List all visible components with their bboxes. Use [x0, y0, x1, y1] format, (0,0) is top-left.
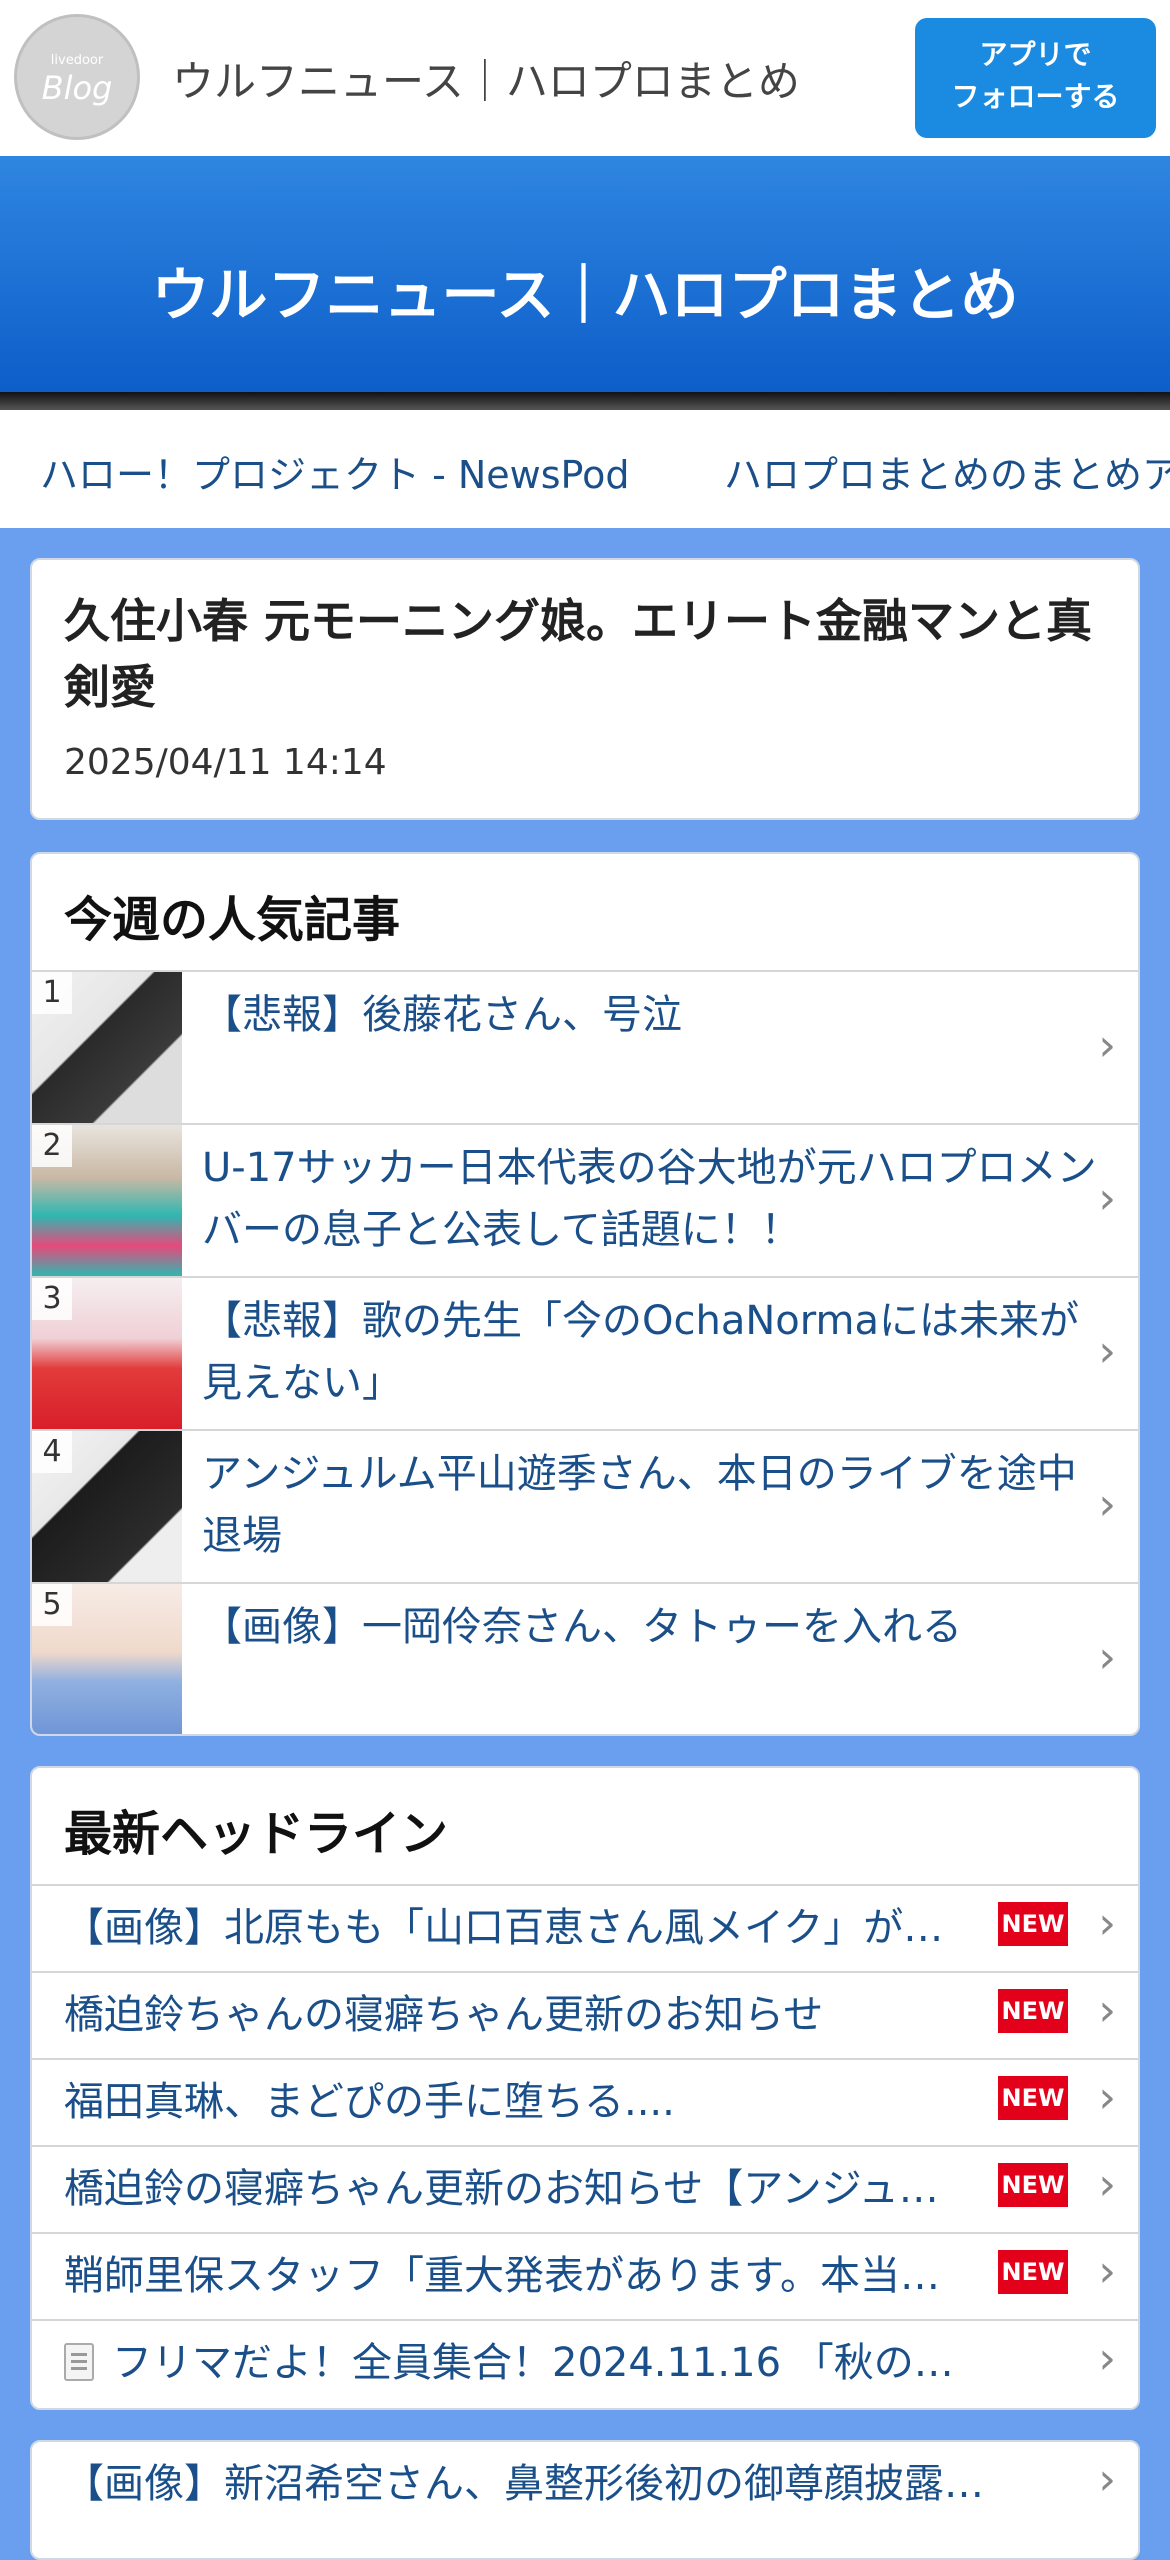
article-date: 2025/04/11 14:14 — [64, 742, 387, 783]
chevron-right-icon: › — [1098, 2159, 1116, 2210]
rank-number: 3 — [32, 1278, 72, 1320]
headline-title: 【画像】北原もも「山口百恵さん風メイク」が… — [64, 1905, 944, 1951]
new-badge: NEW — [998, 2076, 1068, 2120]
rank-number: 1 — [32, 972, 72, 1014]
rank-number: 2 — [32, 1125, 72, 1167]
popular-item[interactable]: 5 【画像】一岡伶奈さん、タトゥーを入れる › — [32, 1582, 1138, 1734]
related-link-matome[interactable]: ハロプロまとめのまとめア — [724, 444, 1170, 499]
headline-title: 【画像】新沼希空さん、鼻整形後初の御尊顔披露… — [64, 2461, 984, 2507]
headline-title: 橋迫鈴の寝癖ちゃん更新のお知らせ【アンジュ… — [64, 2166, 939, 2212]
new-badge: NEW — [998, 2163, 1068, 2207]
headline-item[interactable]: 【画像】新沼希空さん、鼻整形後初の御尊顔披露… › — [32, 2442, 1138, 2529]
headline-item[interactable]: 橋迫鈴ちゃんの寝癖ちゃん更新のお知らせ NEW › — [32, 1971, 1138, 2058]
chevron-right-icon: › — [1098, 1479, 1116, 1530]
follow-in-app-button[interactable]: アプリで フォローする — [915, 18, 1156, 138]
popular-item-title: U-17サッカー日本代表の谷大地が元ハロプロメンバーの息子と公表して話題に！！ — [202, 1145, 1097, 1253]
headline-item[interactable]: 福田真琳、まどぴの手に堕ちる.... NEW › — [32, 2058, 1138, 2145]
chevron-right-icon: › — [1098, 1985, 1116, 2036]
headline-title: 福田真琳、まどぴの手に堕ちる.... — [64, 2079, 675, 2125]
headline-title: フリマだよ！全員集合！2024.11.16 「秋の… — [112, 2340, 954, 2386]
livedoor-blog-logo[interactable]: livedoor Blog — [14, 14, 140, 140]
new-badge: NEW — [998, 2250, 1068, 2294]
headline-item[interactable]: 鞘師里保スタッフ「重大発表があります。本当… NEW › — [32, 2232, 1138, 2319]
logo-small-text: livedoor — [50, 53, 104, 68]
popular-item-title: 【画像】一岡伶奈さん、タトゥーを入れる — [202, 1604, 962, 1650]
headline-title: 橋迫鈴ちゃんの寝癖ちゃん更新のお知らせ — [64, 1992, 824, 2038]
related-link-newspod[interactable]: ハロー！プロジェクト - NewsPod — [40, 444, 629, 499]
article-title: 久住小春 元モーニング娘。エリート金融マンと真剣愛 — [64, 594, 1093, 714]
more-headlines-section: 【画像】新沼希空さん、鼻整形後初の御尊顔披露… › — [30, 2440, 1140, 2560]
headline-title: 鞘師里保スタッフ「重大発表があります。本当… — [64, 2253, 940, 2299]
popular-item[interactable]: 3 【悲報】歌の先生「今のOchaNormaには未来が見えない」 › — [32, 1276, 1138, 1429]
headline-item[interactable]: 橋迫鈴の寝癖ちゃん更新のお知らせ【アンジュ… NEW › — [32, 2145, 1138, 2232]
latest-headlines-section: 最新ヘッドライン 【画像】北原もも「山口百恵さん風メイク」が… NEW › 橋迫… — [30, 1766, 1140, 2410]
popular-item-title: アンジュルム平山遊季さん、本日のライブを途中退場 — [202, 1451, 1077, 1559]
chevron-right-icon: › — [1098, 2333, 1116, 2384]
popular-articles-section: 今週の人気記事 1 【悲報】後藤花さん、号泣 › 2 U-17サッカー日本代表の… — [30, 852, 1140, 1736]
chevron-right-icon: › — [1098, 1898, 1116, 1949]
popular-item[interactable]: 1 【悲報】後藤花さん、号泣 › — [32, 970, 1138, 1123]
popular-item-title: 【悲報】歌の先生「今のOchaNormaには未来が見えない」 — [202, 1298, 1079, 1406]
document-icon — [64, 2343, 94, 2381]
new-badge: NEW — [998, 1989, 1068, 2033]
chevron-right-icon: › — [1098, 1173, 1116, 1224]
chevron-right-icon: › — [1098, 2246, 1116, 2297]
follow-button-line1: アプリで — [979, 38, 1092, 71]
chevron-right-icon: › — [1098, 2072, 1116, 2123]
article-card: 久住小春 元モーニング娘。エリート金融マンと真剣愛 2025/04/11 14:… — [30, 558, 1140, 820]
hero-divider — [0, 392, 1170, 410]
follow-button-line2: フォローする — [951, 80, 1120, 113]
popular-item-title: 【悲報】後藤花さん、号泣 — [202, 992, 682, 1038]
related-links-bar[interactable]: ハロー！プロジェクト - NewsPod ハロプロまとめのまとめア — [0, 410, 1170, 528]
popular-item[interactable]: 2 U-17サッカー日本代表の谷大地が元ハロプロメンバーの息子と公表して話題に！… — [32, 1123, 1138, 1276]
chevron-right-icon: › — [1098, 1020, 1116, 1071]
new-badge: NEW — [998, 1902, 1068, 1946]
headlines-section-title: 最新ヘッドライン — [64, 1806, 449, 1862]
logo-big-text: Blog — [41, 69, 113, 107]
chevron-right-icon: › — [1098, 1326, 1116, 1377]
rank-number: 4 — [32, 1431, 72, 1473]
hero-title: ウルフニュース｜ハロプロまとめ — [151, 261, 1019, 329]
chevron-right-icon: › — [1098, 2454, 1116, 2505]
headline-item[interactable]: 【画像】北原もも「山口百恵さん風メイク」が… NEW › — [32, 1884, 1138, 1971]
chevron-right-icon: › — [1098, 1632, 1116, 1683]
site-name[interactable]: ウルフニュース｜ハロプロまとめ — [172, 48, 800, 109]
hero-banner[interactable]: ウルフニュース｜ハロプロまとめ — [0, 156, 1170, 392]
popular-section-title: 今週の人気記事 — [64, 892, 401, 948]
rank-number: 5 — [32, 1584, 72, 1626]
popular-item[interactable]: 4 アンジュルム平山遊季さん、本日のライブを途中退場 › — [32, 1429, 1138, 1582]
headline-item[interactable]: フリマだよ！全員集合！2024.11.16 「秋の… › — [32, 2319, 1138, 2406]
top-bar: livedoor Blog ウルフニュース｜ハロプロまとめ アプリで フォローす… — [0, 0, 1170, 156]
